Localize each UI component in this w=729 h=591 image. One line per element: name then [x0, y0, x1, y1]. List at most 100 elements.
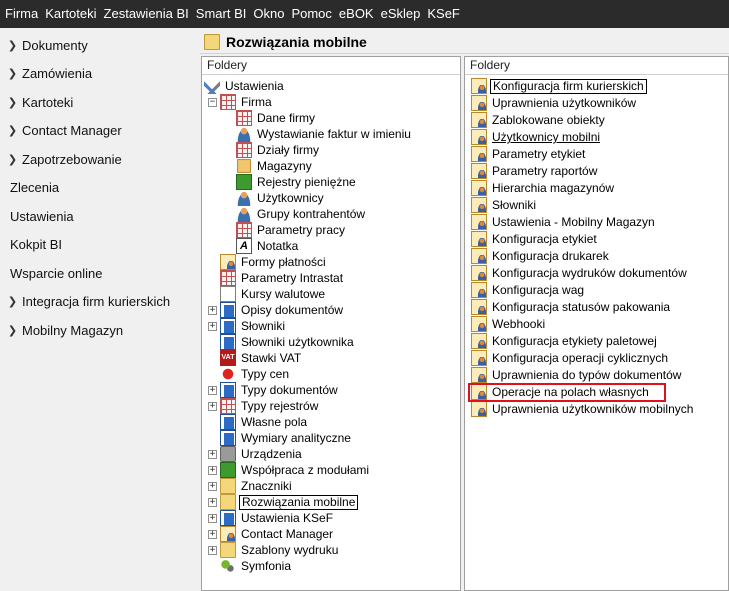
nav-item-zapotrzebowanie[interactable]: ❯ Zapotrzebowanie — [0, 145, 198, 174]
menu-esklep[interactable]: eSklep — [380, 0, 427, 28]
tree-item[interactable]: Użytkownicy — [236, 190, 326, 206]
tree-item[interactable]: + Urządzenia — [208, 446, 304, 462]
tree-item[interactable]: Typy cen — [220, 366, 291, 382]
tree-item-ustawienia[interactable]: Ustawienia — [204, 78, 286, 94]
tree-item[interactable]: VAT Stawki VAT — [220, 350, 303, 366]
menu-pomoc[interactable]: Pomoc — [290, 0, 337, 28]
list-item[interactable]: Użytkownicy mobilni — [471, 129, 602, 145]
tree-item[interactable]: Parametry pracy — [236, 222, 347, 238]
list-item[interactable]: Konfiguracja firm kurierskich — [471, 78, 647, 94]
settings-doc-icon — [471, 180, 487, 196]
settings-doc-icon — [471, 350, 487, 366]
list-item[interactable]: Uprawnienia użytkowników mobilnych — [471, 401, 695, 417]
nav-item-integracja-firm-kurierskich[interactable]: ❯ Integracja firm kurierskich — [0, 288, 198, 317]
settings-doc-icon — [471, 248, 487, 264]
menu-zestawienia-bi[interactable]: Zestawienia BI — [103, 0, 195, 28]
list-item[interactable]: Parametry raportów — [471, 163, 599, 179]
list-item[interactable]: Konfiguracja etykiet — [471, 231, 599, 247]
list-item[interactable]: Uprawnienia użytkowników — [471, 95, 638, 111]
nav-item-label: Mobilny Magazyn — [22, 322, 124, 338]
list-item[interactable]: Parametry etykiet — [471, 146, 587, 162]
tree-item[interactable]: A Notatka — [236, 238, 300, 254]
tree-item[interactable]: + Opisy dokumentów — [208, 302, 345, 318]
nav-item-label: Kartoteki — [22, 94, 74, 110]
expand-icon[interactable]: + — [208, 305, 217, 315]
tree-item[interactable]: + Znaczniki — [208, 478, 294, 494]
menu-smart-bi[interactable]: Smart BI — [195, 0, 253, 28]
ksef-settings-icon — [220, 510, 236, 526]
tree-item[interactable]: + Contact Manager — [208, 526, 335, 542]
tree-item[interactable]: + Typy dokumentów — [208, 382, 340, 398]
list-item[interactable]: Konfiguracja drukarek — [471, 248, 611, 264]
list-item[interactable]: Konfiguracja operacji cyklicznych — [471, 350, 670, 366]
tree-item[interactable]: Wystawianie faktur w imieniu — [236, 126, 413, 142]
list-item[interactable]: Konfiguracja etykiety paletowej — [471, 333, 659, 349]
list-item[interactable]: Słowniki — [471, 197, 538, 213]
nav-item-kartoteki[interactable]: ❯ Kartoteki — [0, 88, 198, 117]
list-item[interactable]: Ustawienia - Mobilny Magazyn — [471, 214, 657, 230]
tree-item-firma[interactable]: − Firma — [208, 94, 274, 110]
tree-item[interactable]: + Szablony wydruku — [208, 542, 340, 558]
expand-icon[interactable]: + — [208, 401, 217, 411]
tree-item[interactable]: Słowniki użytkownika — [220, 334, 356, 350]
tree-item[interactable]: Formy płatności — [220, 254, 328, 270]
list-item[interactable]: Webhooki — [471, 316, 547, 332]
document-icon — [220, 302, 236, 318]
list-item[interactable]: Hierarchia magazynów — [471, 180, 616, 196]
nav-item-zlecenia[interactable]: Zlecenia — [0, 174, 198, 203]
menu-ebok[interactable]: eBOK — [338, 0, 380, 28]
expand-icon[interactable]: + — [208, 497, 217, 507]
expand-icon[interactable]: + — [208, 529, 217, 539]
tree-item[interactable]: Symfonia — [220, 558, 293, 574]
tree-item[interactable]: Parametry Intrastat — [220, 270, 345, 286]
nav-item-mobilny-magazyn[interactable]: ❯ Mobilny Magazyn — [0, 316, 198, 345]
dictionary-icon — [220, 318, 236, 334]
expand-icon[interactable]: + — [208, 321, 217, 331]
settings-doc-icon — [471, 78, 487, 94]
tree-item[interactable]: Dane firmy — [236, 110, 317, 126]
markers-icon — [220, 478, 236, 494]
menu-ksef[interactable]: KSeF — [426, 0, 466, 28]
nav-item-kokpit-bi[interactable]: Kokpit BI — [0, 231, 198, 260]
expand-icon[interactable]: + — [208, 465, 217, 475]
expand-icon[interactable]: + — [208, 481, 217, 491]
tree-item[interactable]: Własne pola — [220, 414, 309, 430]
settings-doc-icon — [471, 163, 487, 179]
menu-kartoteki[interactable]: Kartoteki — [44, 0, 102, 28]
nav-item-dokumenty[interactable]: ❯ Dokumenty — [0, 31, 198, 60]
collapse-icon[interactable]: − — [208, 97, 217, 107]
expand-icon[interactable]: + — [208, 385, 217, 395]
tree-item[interactable]: + Typy rejestrów — [208, 398, 320, 414]
nav-item-zamowienia[interactable]: ❯ Zamówienia — [0, 60, 198, 89]
folder-tree-panel: Foldery Ustawienia − Firma Dane firmy Wys… — [201, 56, 461, 591]
nav-item-label: Wsparcie online — [10, 265, 103, 281]
company-data-icon — [236, 110, 252, 126]
list-item[interactable]: Konfiguracja wag — [471, 282, 586, 298]
document-types-icon — [220, 382, 236, 398]
tree-item[interactable]: Wymiary analityczne — [220, 430, 353, 446]
list-item[interactable]: Konfiguracja statusów pakowania — [471, 299, 672, 315]
tree-item-rozwiazania-mobilne[interactable]: + Rozwiązania mobilne — [208, 494, 359, 510]
tree-item[interactable]: Rejestry pieniężne — [236, 174, 358, 190]
expand-icon[interactable]: + — [208, 449, 217, 459]
user-dictionary-icon — [220, 334, 236, 350]
nav-item-label: Zlecenia — [10, 180, 60, 196]
nav-item-contact-manager[interactable]: ❯ Contact Manager — [0, 117, 198, 146]
tree-item[interactable]: Magazyny — [236, 158, 314, 174]
expand-icon[interactable]: + — [208, 513, 217, 523]
expand-icon[interactable]: + — [208, 545, 217, 555]
tree-item[interactable]: + Ustawienia KSeF — [208, 510, 335, 526]
tree-item[interactable]: Kursy walutowe — [220, 286, 327, 302]
tree-item[interactable]: Działy firmy — [236, 142, 321, 158]
tree-item[interactable]: + Słowniki — [208, 318, 287, 334]
menu-okno[interactable]: Okno — [252, 0, 290, 28]
chevron-right-icon: ❯ — [7, 125, 18, 138]
nav-item-wsparcie-online[interactable]: Wsparcie online — [0, 259, 198, 288]
list-item[interactable]: Konfiguracja wydruków dokumentów — [471, 265, 689, 281]
nav-item-ustawienia[interactable]: Ustawienia — [0, 202, 198, 231]
list-item[interactable]: Zablokowane obiekty — [471, 112, 607, 128]
menu-firma[interactable]: Firma — [4, 0, 44, 28]
list-item[interactable]: Uprawnienia do typów dokumentów — [471, 367, 683, 383]
tree-item[interactable]: Grupy kontrahentów — [236, 206, 367, 222]
tree-item[interactable]: + Współpraca z modułami — [208, 462, 371, 478]
